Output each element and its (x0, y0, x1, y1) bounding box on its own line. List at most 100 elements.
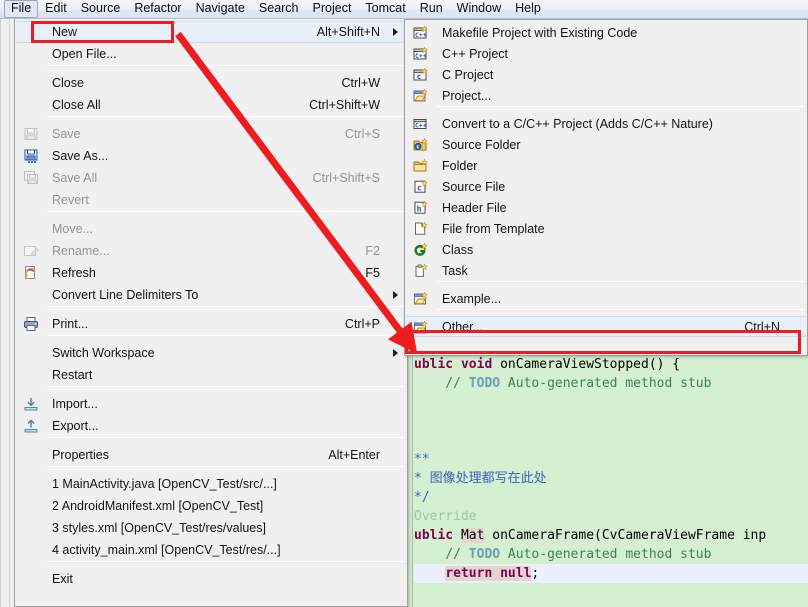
import-icon (23, 396, 39, 412)
menu-item-example[interactable]: Example... (406, 288, 806, 309)
file-menu-dropdown[interactable]: New Alt+Shift+N Open File... Close Ctrl+W Clo… (14, 19, 408, 607)
menu-item-move[interactable]: Move... (16, 218, 406, 240)
menu-item-c-project[interactable]: c C Project (406, 64, 806, 85)
menubar-item-project[interactable]: Project (306, 0, 359, 18)
menu-item-convert-line-delimiters-to[interactable]: Convert Line Delimiters To (16, 284, 406, 306)
example-icon (413, 291, 429, 307)
menu-item-4-activity-main-xml-opencv-test-res[interactable]: 4 activity_main.xml [OpenCV_Test/res/...… (16, 539, 406, 561)
other-icon (413, 320, 429, 336)
menu-item-makefile-project-with-existing-code[interactable]: C++ Makefile Project with Existing Code (406, 22, 806, 43)
menu-separator (47, 306, 405, 307)
menu-item-1-mainactivity-java-opencv-test-src[interactable]: 1 MainActivity.java [OpenCV_Test/src/...… (16, 473, 406, 495)
menu-item-file-from-template[interactable]: File from Template (406, 218, 806, 239)
menu-separator (47, 335, 405, 336)
menu-item-refresh[interactable]: Refresh F5 (16, 262, 406, 284)
menu-item-save-all[interactable]: Save All Ctrl+Shift+S (16, 167, 406, 189)
editor-code-area[interactable]: ublic void onCameraViewStopped() { // TO… (414, 355, 808, 602)
menu-item-label: Example... (442, 291, 502, 306)
menu-item-exit[interactable]: Exit (16, 568, 406, 590)
menu-item-project[interactable]: Project... (406, 85, 806, 106)
menu-item-other[interactable]: Other... Ctrl+N (406, 316, 806, 337)
code-line: ublic Mat onCameraFrame(CvCameraViewFram… (414, 528, 767, 543)
menu-item-3-styles-xml-opencv-test-res-values[interactable]: 3 styles.xml [OpenCV_Test/res/values] (16, 517, 406, 539)
menu-item-label: Save As... (52, 149, 109, 163)
menu-item-accelerator: Alt+Enter (328, 448, 380, 462)
menu-separator (437, 281, 805, 282)
menu-item-header-file[interactable]: h Header File (406, 197, 806, 218)
menu-item-label: Save (52, 127, 81, 141)
menu-item-label: C Project (442, 67, 494, 82)
c-project-icon: c (413, 67, 429, 83)
menu-item-save-as[interactable]: Save As... (16, 145, 406, 167)
menu-item-switch-workspace[interactable]: Switch Workspace (16, 342, 406, 364)
rename-icon (23, 243, 39, 259)
menubar-item-refactor[interactable]: Refactor (127, 0, 188, 18)
code-line: return null; (414, 564, 808, 583)
menu-item-c-project[interactable]: C++ C++ Project (406, 43, 806, 64)
code-line: // TODO Auto-generated method stub (414, 547, 712, 562)
menu-item-close[interactable]: Close Ctrl+W (16, 72, 406, 94)
cpp-project-icon: C++ (413, 25, 429, 41)
menu-item-2-androidmanifest-xml-opencv-test[interactable]: 2 AndroidManifest.xml [OpenCV_Test] (16, 495, 406, 517)
file-template-icon (413, 221, 429, 237)
menubar-item-tomcat[interactable]: Tomcat (358, 0, 412, 18)
menu-item-label: Project... (442, 88, 492, 103)
svg-text:c: c (417, 72, 422, 81)
menu-item-source-file[interactable]: c Source File (406, 176, 806, 197)
menubar-item-search[interactable]: Search (252, 0, 306, 18)
menu-item-open-file[interactable]: Open File... (16, 43, 406, 65)
menubar-item-navigate[interactable]: Navigate (189, 0, 252, 18)
menu-item-import[interactable]: Import... (16, 393, 406, 415)
menu-item-export[interactable]: Export... (16, 415, 406, 437)
menu-item-accelerator: Ctrl+S (344, 127, 380, 141)
menu-item-accelerator: Ctrl+N (744, 319, 780, 334)
menubar-item-run[interactable]: Run (413, 0, 450, 18)
project-icon (413, 88, 429, 104)
menu-item-accelerator: Ctrl+Shift+W (309, 98, 380, 112)
menu-item-restart[interactable]: Restart (16, 364, 406, 386)
menu-item-accelerator: Ctrl+Shift+S (312, 171, 380, 185)
menubar-item-edit[interactable]: Edit (38, 0, 74, 18)
menubar-item-window[interactable]: Window (450, 0, 508, 18)
menu-item-accelerator: Ctrl+P (344, 317, 380, 331)
menu-item-print[interactable]: Print... Ctrl+P (16, 313, 406, 335)
menu-separator (47, 466, 405, 467)
menu-item-label: Convert Line Delimiters To (52, 288, 199, 302)
menu-item-accelerator: F2 (365, 244, 380, 258)
menu-separator (47, 561, 405, 562)
menu-item-label: Close All (52, 98, 101, 112)
menu-item-task[interactable]: Task (406, 260, 806, 281)
folder-icon (413, 158, 429, 174)
menu-item-label: C++ Project (442, 46, 509, 61)
code-editor[interactable]: ublic void onCameraViewStopped() { // TO… (404, 355, 808, 607)
menu-bar[interactable]: File Edit Source Refactor Navigate Search Proj… (0, 0, 808, 19)
menu-item-properties[interactable]: Properties Alt+Enter (16, 444, 406, 466)
menu-item-label: Switch Workspace (52, 346, 155, 360)
menu-item-label: Move... (52, 222, 93, 236)
menu-item-revert[interactable]: Revert (16, 189, 406, 211)
menu-separator (47, 437, 405, 438)
new-submenu-dropdown[interactable]: C++ Makefile Project with Existing Code C+… (404, 19, 808, 356)
menu-item-label: Revert (52, 193, 89, 207)
c-file-icon: c (413, 179, 429, 195)
menubar-item-source[interactable]: Source (74, 0, 128, 18)
menu-item-convert-to-a-c-c-project-adds-c-c-na[interactable]: C++ Convert to a C/C++ Project (Adds C/C+… (406, 113, 806, 134)
menu-separator (47, 116, 405, 117)
menu-item-label: Refresh (52, 266, 96, 280)
menu-item-rename[interactable]: Rename... F2 (16, 240, 406, 262)
menubar-item-file[interactable]: File (4, 0, 39, 18)
menu-item-label: New (52, 25, 78, 39)
menu-item-source-folder[interactable]: c Source Folder (406, 134, 806, 155)
export-icon (23, 418, 39, 434)
menubar-item-help[interactable]: Help (508, 0, 548, 18)
menu-item-folder[interactable]: Folder (406, 155, 806, 176)
svg-text:h: h (417, 204, 422, 213)
menu-item-accelerator: Ctrl+W (341, 76, 380, 90)
menu-item-close-all[interactable]: Close All Ctrl+Shift+W (16, 94, 406, 116)
menu-item-new[interactable]: New Alt+Shift+N (16, 21, 406, 43)
menu-separator (437, 106, 805, 107)
menu-item-save[interactable]: Save Ctrl+S (16, 123, 406, 145)
menu-item-class[interactable]: Class (406, 239, 806, 260)
